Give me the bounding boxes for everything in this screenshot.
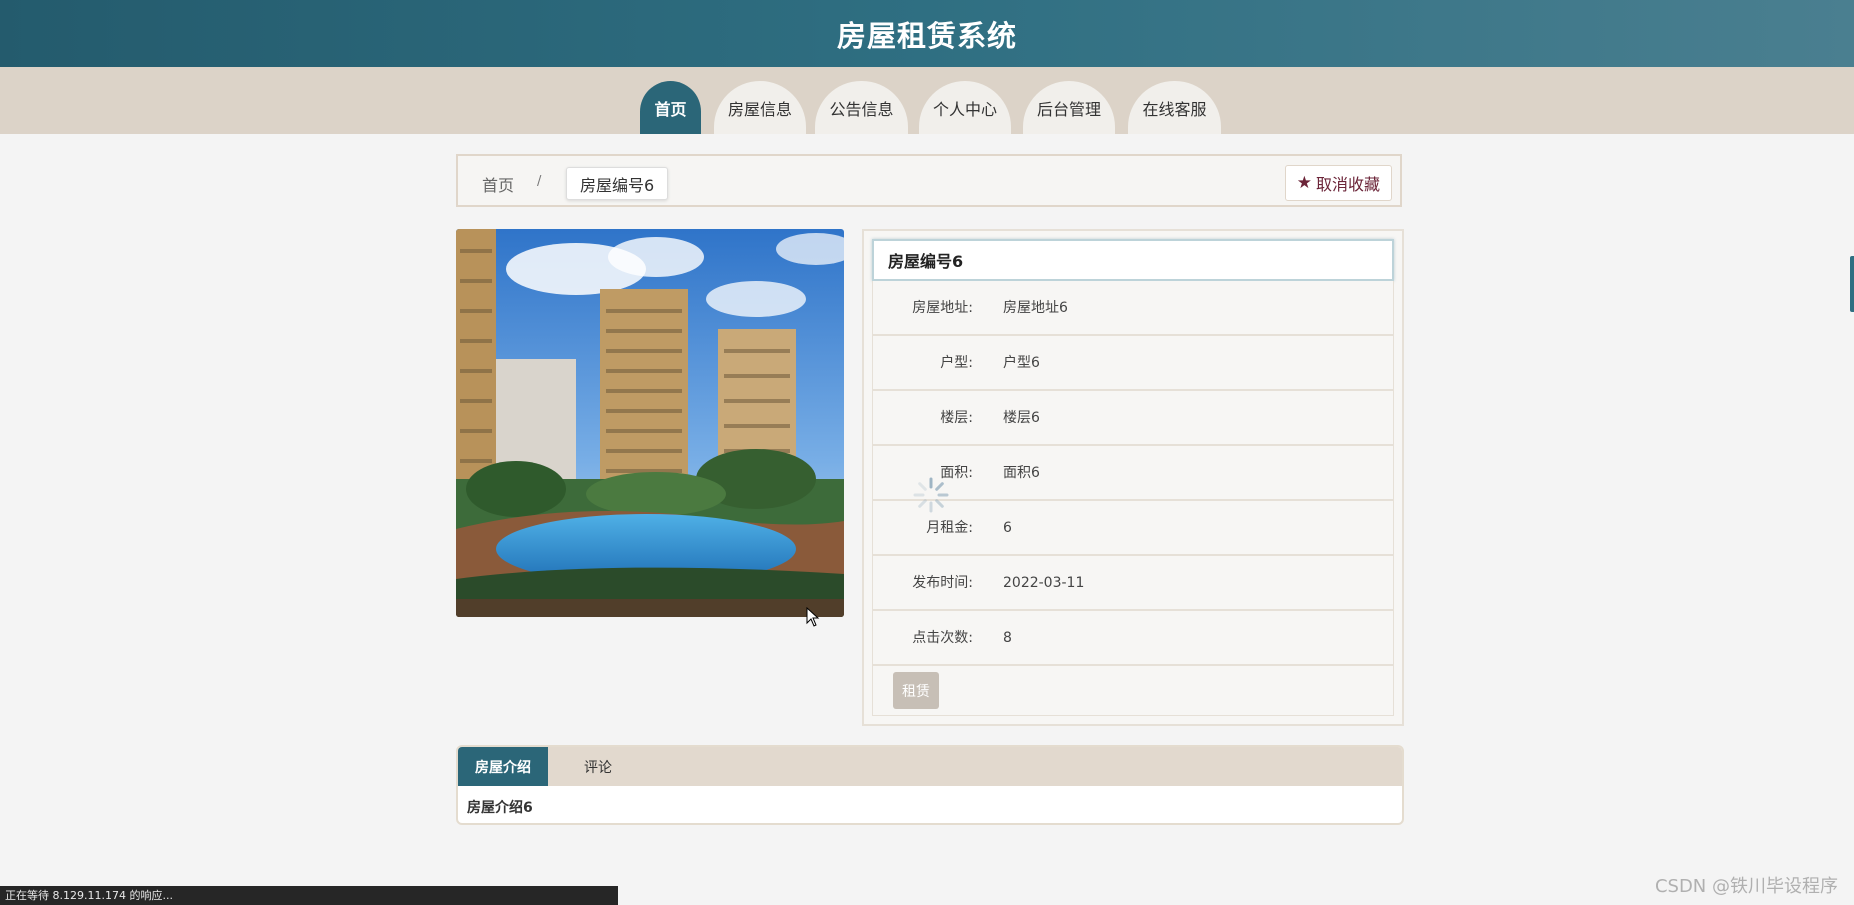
- nav-item-personal-center[interactable]: 个人中心: [919, 81, 1011, 134]
- loading-spinner-icon: [913, 477, 949, 513]
- breadcrumb-current: 房屋编号6: [566, 167, 669, 200]
- detail-label: 点击次数:: [912, 630, 973, 646]
- detail-label: 楼层:: [940, 410, 973, 426]
- detail-value: 户型6: [1003, 355, 1040, 371]
- detail-row-address: 房屋地址: 房屋地址6: [872, 281, 1394, 336]
- browser-status-bar: 正在等待 8.129.11.174 的响应...: [0, 886, 618, 905]
- detail-value: 6: [1003, 520, 1012, 536]
- watermark-text: CSDN @铁川毕设程序: [1654, 876, 1838, 897]
- nav-item-home[interactable]: 首页: [640, 81, 701, 134]
- house-photo: [456, 229, 844, 617]
- mouse-cursor-icon: [806, 607, 820, 627]
- nav-item-house-info[interactable]: 房屋信息: [714, 81, 806, 134]
- breadcrumb: 首页 / 房屋编号6 ★ 取消收藏: [456, 154, 1402, 207]
- detail-row-click-count: 点击次数: 8: [872, 611, 1394, 666]
- site-header: 房屋租赁系统: [0, 0, 1854, 67]
- main-nav: 首页 房屋信息 公告信息 个人中心 后台管理 在线客服: [0, 67, 1854, 134]
- nav-item-admin[interactable]: 后台管理: [1023, 81, 1115, 134]
- breadcrumb-separator: /: [537, 174, 542, 189]
- house-detail-title: 房屋编号6: [872, 239, 1394, 281]
- nav-item-online-service[interactable]: 在线客服: [1128, 81, 1221, 134]
- site-title: 房屋租赁系统: [836, 18, 1017, 53]
- rent-action-row: 租赁: [872, 665, 1394, 716]
- detail-value: 房屋地址6: [1003, 300, 1068, 316]
- detail-value: 面积6: [1003, 465, 1040, 481]
- tab-content-intro: 房屋介绍6: [467, 800, 533, 816]
- detail-row-publish-time: 发布时间: 2022-03-11: [872, 556, 1394, 611]
- detail-row-floor: 楼层: 楼层6: [872, 391, 1394, 446]
- detail-row-layout: 户型: 户型6: [872, 336, 1394, 391]
- detail-value: 8: [1003, 630, 1012, 646]
- nav-item-notices[interactable]: 公告信息: [815, 81, 908, 134]
- star-icon: ★: [1296, 173, 1312, 193]
- tab-bar: 房屋介绍 评论: [458, 747, 1402, 786]
- detail-row-area: 面积: 面积6: [872, 446, 1394, 501]
- unfavorite-label: 取消收藏: [1315, 175, 1380, 194]
- rent-button[interactable]: 租赁: [893, 672, 939, 709]
- detail-label: 房屋地址:: [912, 300, 973, 316]
- detail-row-monthly-rent: 月租金: 6: [872, 501, 1394, 556]
- detail-label: 发布时间:: [912, 575, 973, 591]
- tab-house-intro[interactable]: 房屋介绍: [458, 747, 548, 786]
- unfavorite-button[interactable]: ★ 取消收藏: [1284, 165, 1392, 201]
- detail-label: 户型:: [940, 355, 973, 371]
- detail-value: 楼层6: [1003, 410, 1040, 426]
- tab-comments[interactable]: 评论: [548, 747, 648, 786]
- detail-value: 2022-03-11: [1003, 575, 1085, 591]
- house-info-tabs: 房屋介绍 评论 房屋介绍6: [456, 745, 1404, 825]
- breadcrumb-home-link[interactable]: 首页: [482, 172, 514, 196]
- side-scroll-handle[interactable]: [1850, 256, 1854, 312]
